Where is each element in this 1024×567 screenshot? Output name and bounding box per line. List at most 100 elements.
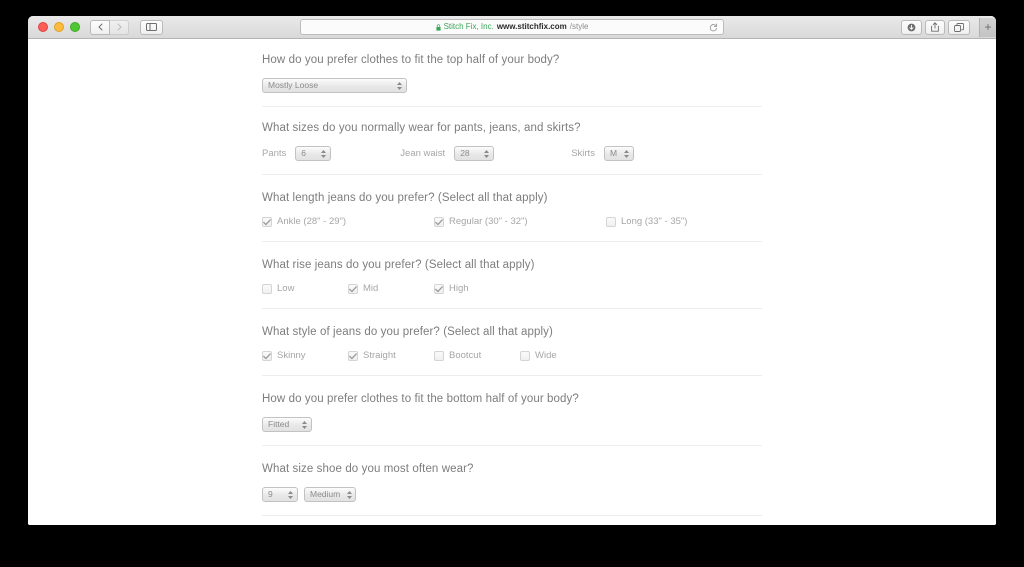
shoe-size-select[interactable]: 9 — [262, 487, 298, 502]
share-icon[interactable] — [925, 19, 946, 35]
checkbox-skinny-label: Skinny — [277, 350, 306, 361]
select-arrows-icon — [288, 490, 293, 499]
checkbox-mid-label: Mid — [363, 283, 379, 294]
check-icon — [435, 285, 443, 292]
navigation-buttons — [90, 19, 129, 35]
new-tab-button[interactable]: + — [979, 17, 996, 37]
skirts-size-select[interactable]: M — [603, 146, 634, 161]
bottom-fit-value: Fitted — [268, 419, 290, 429]
checkbox-long-box[interactable] — [606, 217, 616, 227]
question-label: What length jeans do you prefer? (Select… — [262, 192, 548, 204]
site-owner-label: Stitch Fix, Inc. — [443, 22, 494, 31]
section-jean-style: What style of jeans do you prefer? (Sele… — [262, 309, 762, 376]
checkbox-long-label: Long (33" - 35") — [621, 216, 688, 227]
checkbox-wide-box[interactable] — [520, 351, 530, 361]
select-arrows-icon — [624, 149, 630, 158]
checkbox-low[interactable]: Low — [262, 283, 348, 295]
checkbox-straight[interactable]: Straight — [348, 350, 434, 362]
new-tab-label: + — [984, 20, 992, 34]
address-bar[interactable]: Stitch Fix, Inc. www.stitchfix.com/style — [300, 19, 724, 35]
style-profile-form: How do you prefer clothes to fit the top… — [28, 39, 996, 525]
section-jean-rise: What rise jeans do you prefer? (Select a… — [262, 242, 762, 309]
pants-size-group: Pants 6 — [262, 146, 332, 161]
check-icon — [263, 352, 271, 359]
download-icon[interactable] — [901, 19, 923, 35]
back-button[interactable] — [90, 19, 110, 35]
checkbox-regular-box[interactable] — [434, 217, 444, 227]
section-curvy: Are you curvy on your bottom half? — [262, 516, 762, 525]
checkbox-wide[interactable]: Wide — [520, 350, 557, 362]
checkbox-ankle-box[interactable] — [262, 217, 272, 227]
lock-icon — [435, 23, 441, 31]
bottom-fit-select[interactable]: Fitted — [262, 417, 312, 432]
tabs-icon[interactable] — [948, 19, 971, 35]
pants-size-select[interactable]: 6 — [295, 146, 332, 161]
select-arrows-icon — [484, 149, 490, 158]
checkbox-skinny[interactable]: Skinny — [262, 350, 348, 362]
url-path: /style — [569, 22, 589, 31]
pants-size-value: 6 — [301, 148, 307, 158]
checkbox-ankle[interactable]: Ankle (28" - 29") — [262, 216, 434, 228]
browser-window: EAT Stitch Fix, Inc. www.stitchfix.com/s… — [28, 16, 996, 525]
reload-icon[interactable] — [708, 22, 718, 32]
section-bottom-sizes: What sizes do you normally wear for pant… — [262, 107, 762, 175]
check-icon — [349, 352, 357, 359]
checkbox-mid-box[interactable] — [348, 284, 358, 294]
select-arrows-icon — [321, 149, 327, 158]
page-viewport: How do you prefer clothes to fit the top… — [28, 39, 996, 525]
jean-waist-select[interactable]: 28 — [454, 146, 495, 161]
checkbox-bootcut[interactable]: Bootcut — [434, 350, 520, 362]
jean-waist-group: Jean waist 28 — [400, 146, 495, 161]
select-arrows-icon — [347, 490, 353, 499]
checkbox-regular[interactable]: Regular (30" - 32") — [434, 216, 606, 228]
url-display: Stitch Fix, Inc. www.stitchfix.com/style — [435, 22, 589, 32]
checkbox-high-label: High — [449, 283, 469, 294]
checkbox-straight-label: Straight — [363, 350, 396, 361]
checkbox-ankle-label: Ankle (28" - 29") — [277, 216, 347, 227]
checkbox-bootcut-label: Bootcut — [449, 350, 482, 361]
browser-toolbar: EAT Stitch Fix, Inc. www.stitchfix.com/s… — [28, 16, 996, 39]
section-top-fit: How do you prefer clothes to fit the top… — [262, 53, 762, 107]
select-arrows-icon — [397, 81, 402, 90]
top-fit-value: Mostly Loose — [268, 80, 319, 90]
section-shoe-size: What size shoe do you most often wear? 9… — [262, 446, 762, 516]
checkbox-high-box[interactable] — [434, 284, 444, 294]
section-bottom-fit: How do you prefer clothes to fit the bot… — [262, 376, 762, 446]
checkbox-high[interactable]: High — [434, 283, 469, 295]
checkbox-low-box[interactable] — [262, 284, 272, 294]
forward-button[interactable] — [109, 19, 129, 35]
top-fit-select[interactable]: Mostly Loose — [262, 78, 407, 93]
minimize-window-button[interactable] — [54, 22, 64, 32]
maximize-window-button[interactable] — [70, 22, 80, 32]
shoe-width-select[interactable]: Medium — [304, 487, 356, 502]
jean-waist-label: Jean waist — [400, 148, 446, 159]
select-arrows-icon — [302, 420, 307, 429]
question-label: How do you prefer clothes to fit the top… — [262, 54, 560, 66]
question-label: What rise jeans do you prefer? (Select a… — [262, 259, 535, 271]
shoe-width-value: Medium — [310, 489, 341, 499]
checkbox-straight-box[interactable] — [348, 351, 358, 361]
check-icon — [435, 218, 443, 225]
skirts-size-value: M — [609, 148, 618, 158]
checkbox-bootcut-box[interactable] — [434, 351, 444, 361]
skirts-label: Skirts — [571, 148, 595, 159]
pants-label: Pants — [262, 148, 287, 159]
section-jean-length: What length jeans do you prefer? (Select… — [262, 175, 762, 242]
question-label: How do you prefer clothes to fit the bot… — [262, 393, 579, 405]
checkbox-low-label: Low — [277, 283, 295, 294]
close-window-button[interactable] — [38, 22, 48, 32]
question-label: What style of jeans do you prefer? (Sele… — [262, 326, 553, 338]
question-label: What size shoe do you most often wear? — [262, 463, 474, 475]
checkbox-skinny-box[interactable] — [262, 351, 272, 361]
sidebar-toggle-button[interactable] — [140, 19, 163, 35]
checkbox-mid[interactable]: Mid — [348, 283, 434, 295]
url-host: www.stitchfix.com — [496, 22, 567, 31]
checkbox-long[interactable]: Long (33" - 35") — [606, 216, 687, 228]
window-controls — [38, 22, 80, 32]
checkbox-regular-label: Regular (30" - 32") — [449, 216, 528, 227]
shoe-size-value: 9 — [268, 489, 273, 499]
question-label: What sizes do you normally wear for pant… — [262, 122, 581, 134]
checkbox-wide-label: Wide — [535, 350, 557, 361]
check-icon — [349, 285, 357, 292]
check-icon — [263, 218, 271, 225]
